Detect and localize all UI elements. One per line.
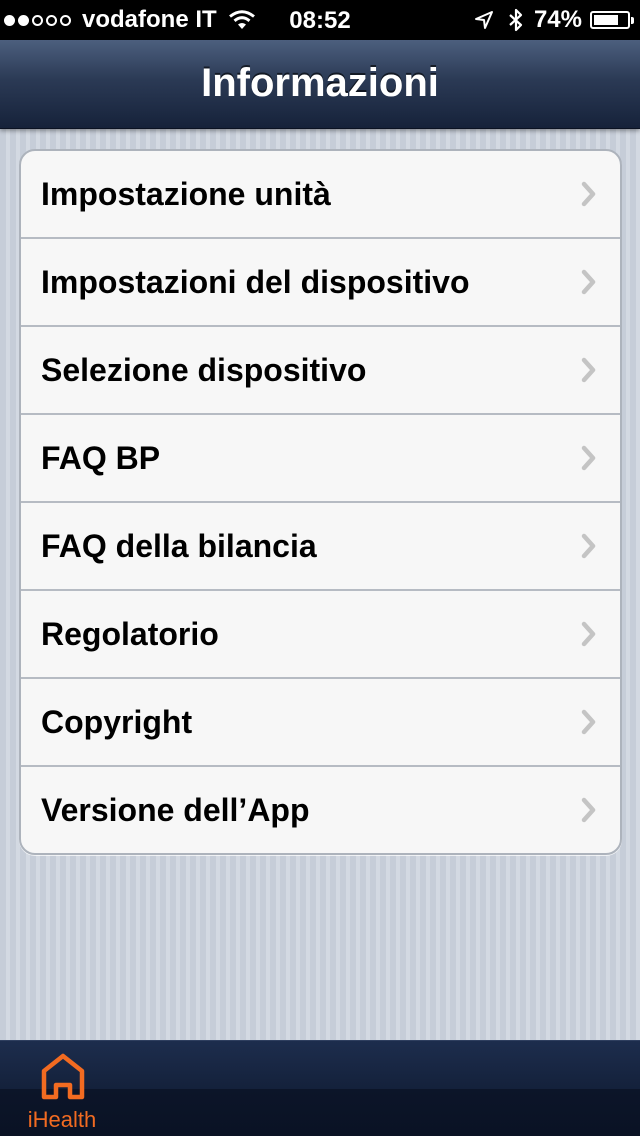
- home-icon: [41, 1053, 85, 1100]
- menu-row-label: Selezione dispositivo: [41, 352, 367, 388]
- status-bar: vodafone IT 08:52 74%: [0, 0, 640, 40]
- menu-row-label: FAQ BP: [41, 440, 161, 476]
- tab-ihealth[interactable]: iHealth: [0, 1041, 124, 1136]
- chevron-right-icon: [581, 269, 596, 295]
- chevron-right-icon: [581, 357, 596, 383]
- location-arrow-icon: [474, 11, 493, 29]
- chevron-right-icon: [581, 709, 596, 735]
- page-title: Informazioni: [201, 61, 439, 105]
- chevron-right-icon: [581, 533, 596, 559]
- menu-row[interactable]: Impostazioni del dispositivo: [21, 239, 620, 327]
- chevron-right-icon: [581, 797, 596, 823]
- chevron-right-icon: [581, 621, 596, 647]
- chevron-right-icon: [581, 445, 596, 471]
- menu-row-label: Regolatorio: [41, 616, 219, 652]
- chevron-right-icon: [581, 181, 596, 207]
- menu-row[interactable]: Selezione dispositivo: [21, 327, 620, 415]
- bluetooth-icon: [509, 8, 523, 32]
- menu-row[interactable]: Regolatorio: [21, 591, 620, 679]
- menu-row[interactable]: Versione dell’App: [21, 767, 620, 853]
- battery-percent: 74%: [533, 6, 582, 33]
- info-menu-list: Impostazione unità Impostazioni del dispo…: [19, 149, 622, 855]
- menu-row-label: FAQ della bilancia: [41, 528, 317, 564]
- battery-fill: [594, 15, 618, 25]
- menu-row[interactable]: FAQ BP: [21, 415, 620, 503]
- menu-row[interactable]: FAQ della bilancia: [21, 503, 620, 591]
- tab-bar: iHealth: [0, 1040, 640, 1136]
- navigation-bar: Informazioni: [0, 40, 640, 129]
- menu-row-label: Copyright: [41, 704, 193, 740]
- menu-row-label: Impostazioni del dispositivo: [41, 264, 470, 300]
- tab-label: iHealth: [27, 1107, 97, 1132]
- menu-row[interactable]: Copyright: [21, 679, 620, 767]
- menu-row[interactable]: Impostazione unità: [21, 151, 620, 239]
- battery-icon: [590, 11, 634, 29]
- status-bar-right: 74%: [474, 0, 634, 40]
- menu-row-label: Versione dell’App: [41, 792, 310, 828]
- menu-row-label: Impostazione unità: [41, 176, 331, 212]
